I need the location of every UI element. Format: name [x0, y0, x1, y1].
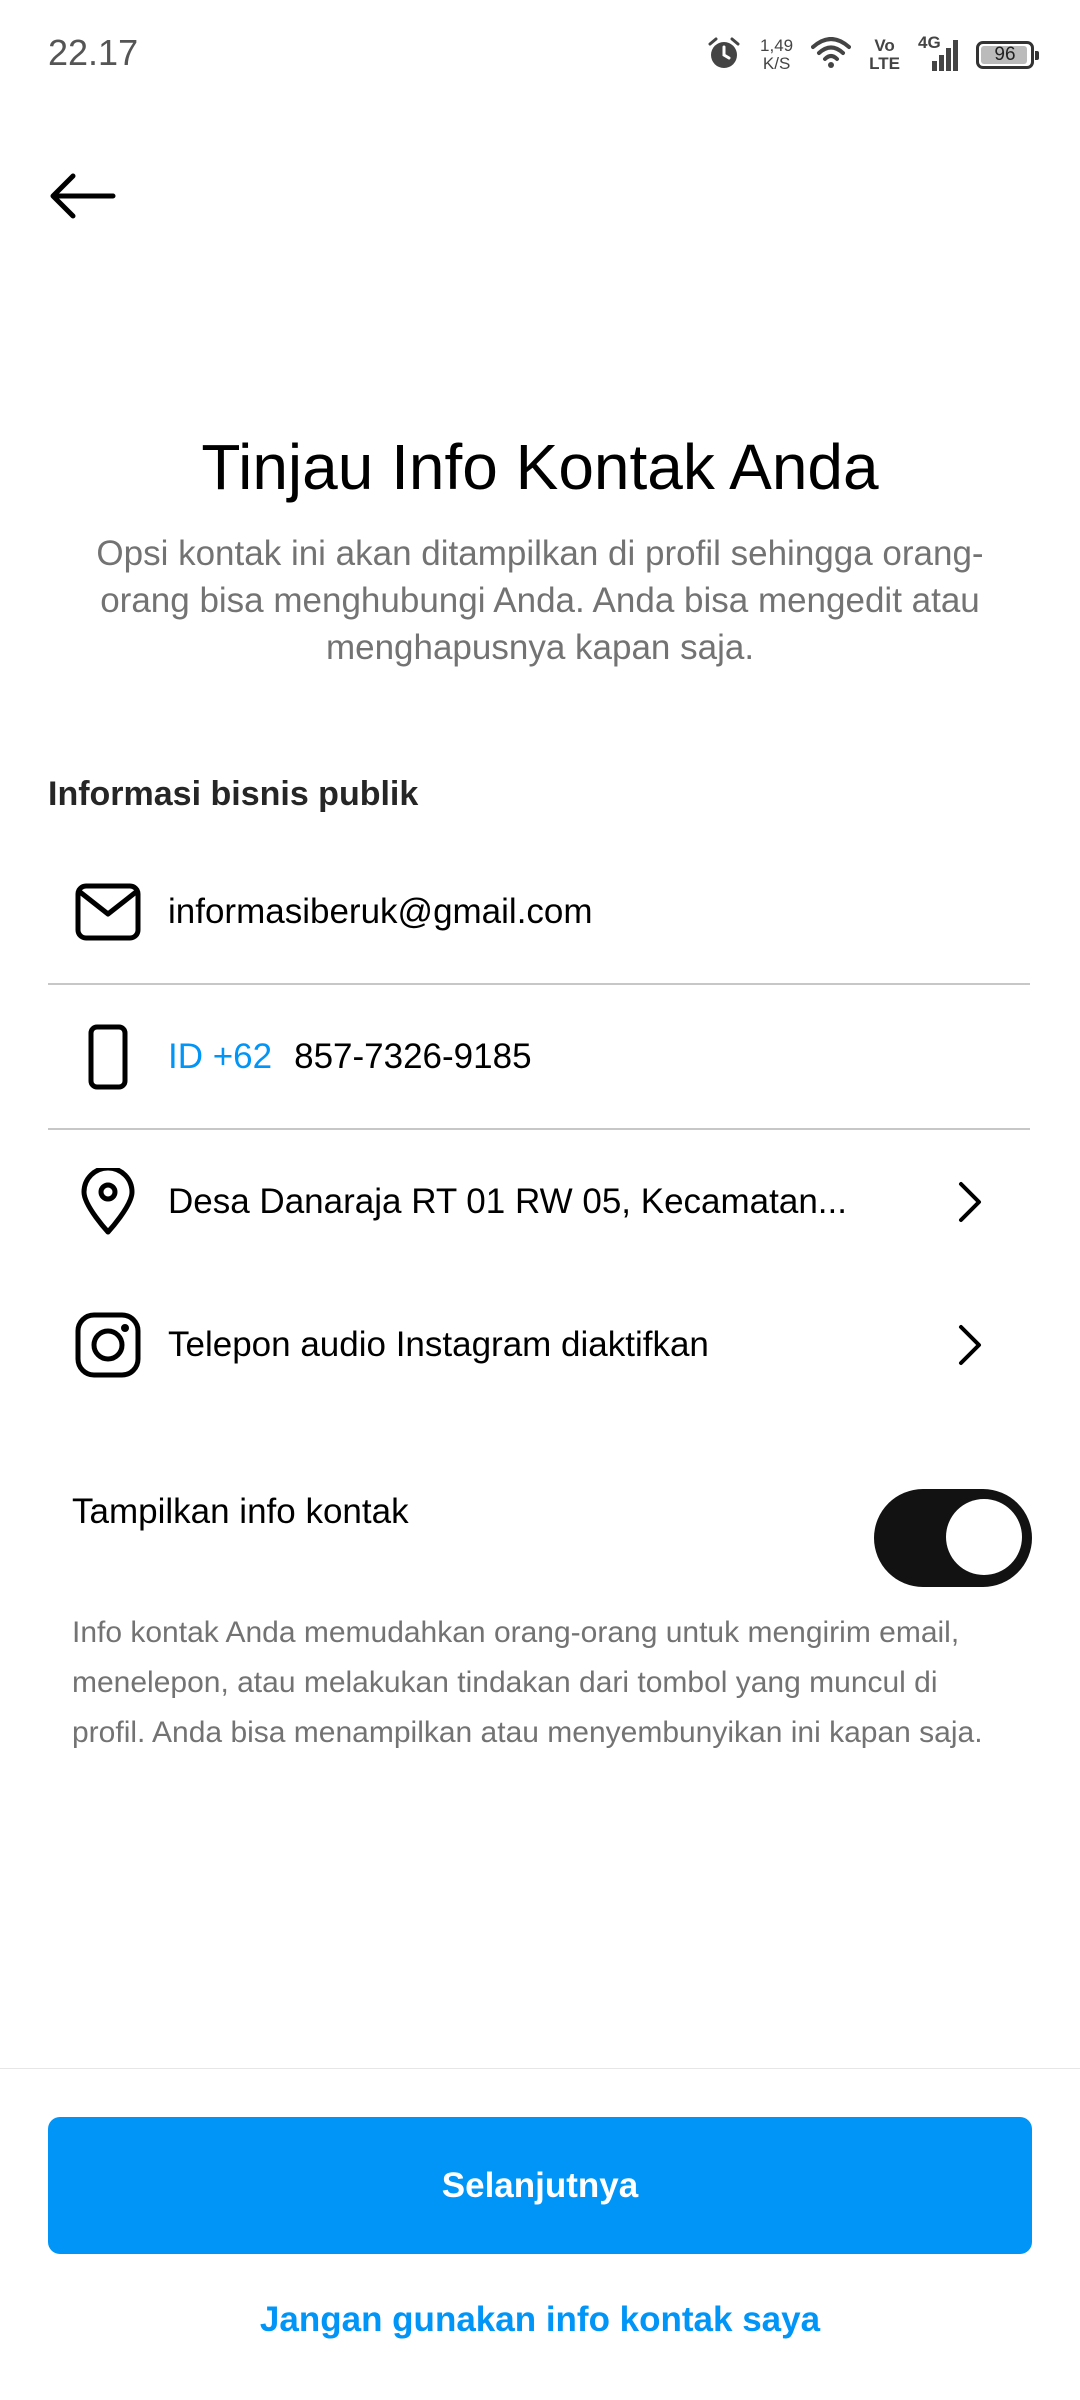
show-contact-info-toggle[interactable] [874, 1489, 1032, 1587]
network-type-label: 4G [918, 33, 941, 52]
dont-use-contact-info-link[interactable]: Jangan gunakan info kontak saya [0, 2300, 1080, 2340]
page-title: Tinjau Info Kontak Anda [201, 431, 879, 503]
country-code[interactable]: ID +62 [168, 1037, 272, 1077]
email-value: informasiberuk@gmail.com [168, 891, 593, 931]
back-button[interactable] [42, 160, 122, 232]
email-row[interactable]: informasiberuk@gmail.com [48, 840, 1030, 983]
network-speed: 1,49 K/S [760, 36, 794, 73]
battery-icon: 96 [976, 41, 1039, 69]
battery-level: 96 [994, 44, 1016, 65]
instagram-call-value: Telepon audio Instagram diaktifkan [168, 1324, 709, 1364]
phone-row[interactable]: ID +62 857-7326-9185 [48, 985, 1030, 1128]
address-value: Desa Danaraja RT 01 RW 05, Kecamatan... [168, 1181, 847, 1221]
page-subtitle: Opsi kontak ini akan ditampilkan di prof… [96, 534, 984, 667]
status-bar: 22.17 1,49 K/S Vo LTE 4G 96 [0, 0, 1080, 110]
wifi-icon [811, 36, 852, 74]
chevron-right-icon [950, 1320, 990, 1370]
footer-divider [0, 2068, 1080, 2069]
instagram-call-row[interactable]: Telepon audio Instagram diaktifkan [48, 1273, 1030, 1416]
toggle-description: Info kontak Anda memudahkan orang-orang … [72, 1616, 983, 1749]
mail-icon [48, 840, 168, 983]
show-contact-info-label: Tampilkan info kontak [72, 1492, 409, 1531]
arrow-left-icon [50, 173, 116, 219]
instagram-icon [48, 1273, 168, 1416]
toggle-knob [946, 1499, 1022, 1575]
phone-icon [48, 985, 168, 1128]
chevron-right-icon [950, 1177, 990, 1227]
address-row[interactable]: Desa Danaraja RT 01 RW 05, Kecamatan... [48, 1130, 1030, 1273]
next-button[interactable]: Selanjutnya [48, 2117, 1032, 2254]
signal-icon: 4G [918, 33, 958, 73]
section-title: Informasi bisnis publik [48, 775, 419, 813]
location-pin-icon [48, 1130, 168, 1273]
status-icons: 1,49 K/S Vo LTE 4G 96 [706, 30, 1039, 80]
status-time: 22.17 [48, 32, 139, 73]
phone-number: 857-7326-9185 [294, 1036, 532, 1076]
alarm-icon [706, 35, 742, 76]
volte-indicator: Vo LTE [869, 36, 900, 73]
